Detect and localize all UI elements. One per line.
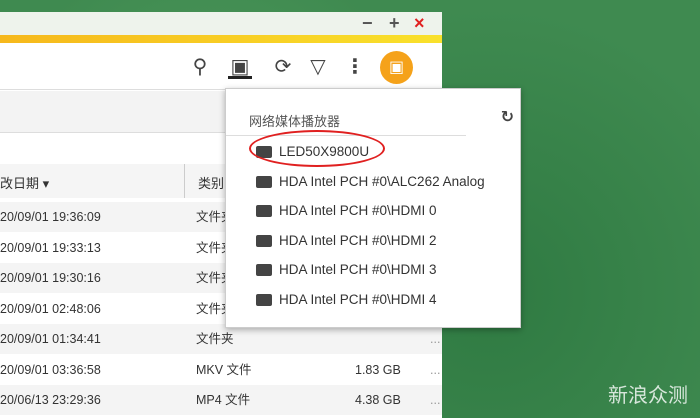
date-cell: 20/09/01 19:33:13 xyxy=(0,240,101,255)
table-row[interactable]: 20/06/13 23:29:36 MP4 文件 4.38 GB ... xyxy=(0,385,442,415)
type-cell: MKV 文件 xyxy=(196,362,252,377)
type-cell: MP4 文件 xyxy=(196,393,251,407)
filter-icon[interactable]: ▽ xyxy=(306,55,330,79)
media-player-label: HDA Intel PCH #0\HDMI 4 xyxy=(279,291,437,307)
type-cell: 文件夹 xyxy=(196,332,234,346)
date-cell: 20/09/01 19:30:16 xyxy=(0,271,101,285)
more-cell[interactable]: ... xyxy=(430,385,440,415)
date-cell: 20/09/01 19:36:09 xyxy=(0,210,101,224)
media-player-item[interactable]: HDA Intel PCH #0\HDMI 3 xyxy=(256,259,437,281)
media-player-label: HDA Intel PCH #0\HDMI 0 xyxy=(279,203,437,218)
title-bar: − + × xyxy=(0,12,442,35)
date-cell: 20/06/13 23:29:36 xyxy=(0,393,101,407)
minimize-button[interactable]: − xyxy=(362,13,373,34)
highlight-circle xyxy=(249,130,385,167)
cast-icon[interactable]: ▣ xyxy=(228,55,252,79)
media-player-item[interactable]: HDA Intel PCH #0\HDMI 2 xyxy=(256,230,437,252)
size-cell: 1.83 GB xyxy=(355,362,401,377)
watermark-logo: 新浪众测 xyxy=(608,385,688,407)
toolbar: ⚲ ▣ ⟳ ▽ ⋮ ▣ xyxy=(0,43,442,90)
media-player-popup: 网络媒体播放器 ↻ LED50X9800U HDA Intel PCH #0\AL… xyxy=(225,88,521,328)
media-player-avatar-icon[interactable]: ▣ xyxy=(380,51,413,84)
search-icon[interactable]: ⚲ xyxy=(188,55,212,79)
media-player-label: HDA Intel PCH #0\ALC262 Analog xyxy=(279,173,485,189)
size-cell: 4.38 GB xyxy=(355,393,401,407)
accent-bar xyxy=(0,35,442,43)
maximize-button[interactable]: + xyxy=(389,13,400,34)
media-player-label: HDA Intel PCH #0\HDMI 2 xyxy=(279,232,437,248)
speaker-icon xyxy=(256,175,272,188)
close-button[interactable]: × xyxy=(414,13,425,34)
media-player-item[interactable]: HDA Intel PCH #0\HDMI 4 xyxy=(256,289,437,311)
hdmi-audio-icon xyxy=(256,205,272,218)
more-cell[interactable]: ... xyxy=(430,324,440,354)
media-player-label: HDA Intel PCH #0\HDMI 3 xyxy=(279,262,437,277)
date-cell: 20/09/01 01:34:41 xyxy=(0,332,101,346)
table-row[interactable]: 20/09/01 01:34:41 文件夹 ... xyxy=(0,324,442,354)
more-icon[interactable]: ⋮ xyxy=(343,55,367,79)
popup-title: 网络媒体播放器 xyxy=(249,114,341,129)
more-cell[interactable]: ... xyxy=(430,355,440,385)
date-cell: 20/09/01 02:48:06 xyxy=(0,301,101,316)
hdmi-audio-icon xyxy=(256,264,272,277)
hdmi-audio-icon xyxy=(256,234,272,247)
column-type[interactable]: 类别 xyxy=(198,173,224,192)
hdmi-audio-icon xyxy=(256,293,272,306)
table-row[interactable]: 20/09/01 03:36:58 MKV 文件 1.83 GB ... xyxy=(0,354,442,385)
date-cell: 20/09/01 03:36:58 xyxy=(0,362,101,377)
column-date[interactable]: 改日期 ▾ xyxy=(0,173,49,192)
refresh-icon[interactable]: ⟳ xyxy=(271,55,295,79)
media-player-item[interactable]: HDA Intel PCH #0\HDMI 0 xyxy=(256,200,437,222)
media-player-item[interactable]: HDA Intel PCH #0\ALC262 Analog xyxy=(256,171,485,193)
refresh-icon[interactable]: ↻ xyxy=(501,107,514,127)
